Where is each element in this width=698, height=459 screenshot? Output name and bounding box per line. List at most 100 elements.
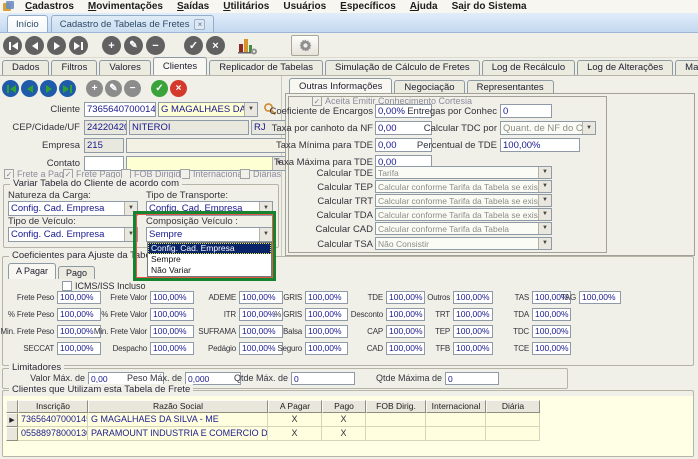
tab-log-de-recalculo[interactable]: Log de Recálculo [482, 60, 575, 75]
record-edit-button[interactable]: ✎ [105, 80, 122, 97]
menu-item-usuarios[interactable]: Usuários [276, 1, 333, 12]
dropdown-option-sempre[interactable]: Sempre [148, 254, 271, 265]
coef-field-frete-valor[interactable]: 100,00% [150, 308, 194, 321]
chevron-down-icon[interactable]: ▼ [124, 228, 137, 241]
table-row[interactable]: 05588978000130PARAMOUNT INDUSTRIA E COME… [6, 427, 540, 441]
toolbar-edit-button[interactable]: ✎ [124, 36, 143, 55]
limit-field-peso-max-de[interactable]: 0,000 [185, 372, 241, 385]
coef-field-seccat[interactable]: 100,00% [57, 342, 101, 355]
coef-field-suframa[interactable]: 100,00% [239, 325, 283, 338]
limit-field-qtde-maxima-de[interactable]: 0 [445, 372, 499, 385]
record-nav-next-button[interactable] [40, 80, 57, 97]
toolbar-nav-prev-button[interactable] [25, 36, 44, 55]
record-remove-button[interactable]: − [124, 80, 141, 97]
column-header-pago[interactable]: Pago [322, 400, 366, 413]
coef-field-ademe[interactable]: 100,00% [239, 291, 283, 304]
coef-field-tda[interactable]: 100,00% [532, 308, 571, 321]
checkbox-box[interactable] [62, 281, 72, 291]
field-percentual-de-tde[interactable]: 100,00% [500, 138, 580, 152]
menu-item-ajuda[interactable]: Ajuda [403, 1, 445, 12]
window-tab-cadastro-de-tabelas-de-fretes[interactable]: Cadastro de Tabelas de Fretes× [51, 15, 215, 32]
dropdown-option-nao-variar[interactable]: Não Variar [148, 265, 271, 276]
tab-log-de-alteracoes[interactable]: Log de Alterações [577, 60, 673, 75]
chevron-down-icon[interactable]: ▼ [244, 103, 257, 116]
tab-clientes[interactable]: Clientes [153, 57, 207, 75]
coef-field-tde[interactable]: 100,00% [386, 291, 425, 304]
menu-item-especificos[interactable]: Específicos [333, 1, 403, 12]
coef-tab-a-pagar[interactable]: A Pagar [8, 263, 56, 279]
column-header-razao-social[interactable]: Razão Social [88, 400, 268, 413]
tab-simulacao-de-calculo-de-fretes[interactable]: Simulação de Cálculo de Fretes [325, 60, 480, 75]
toolbar-remove-button[interactable]: − [146, 36, 165, 55]
cliente-name-combobox[interactable]: G MAGALHAES DA SILVA - ME▼ [158, 102, 258, 117]
coef-field-frete-peso[interactable]: 100,00% [57, 291, 101, 304]
field-entregas-por-conhec[interactable]: 0 [500, 104, 552, 118]
toolbar-add-button[interactable]: + [102, 36, 121, 55]
coef-field-min-frete-valor[interactable]: 100,00% [150, 325, 194, 338]
coef-field-cap[interactable]: 100,00% [386, 325, 425, 338]
chevron-down-icon[interactable]: ▼ [124, 202, 137, 215]
column-header-diaria[interactable]: Diária [486, 400, 540, 413]
menu-item-sair-do-sistema[interactable]: Sair do Sistema [445, 1, 534, 12]
combobox-composicao-veiculo[interactable]: Sempre▼ [146, 227, 273, 242]
coef-field-tag[interactable]: 100,00% [579, 291, 621, 304]
coef-field-outros[interactable]: 100,00% [453, 291, 493, 304]
chevron-down-icon[interactable]: ▼ [259, 228, 272, 241]
toolbar-nav-last-button[interactable] [69, 36, 88, 55]
chart-icon[interactable] [237, 36, 258, 55]
coef-field-tfb[interactable]: 100,00% [453, 342, 493, 355]
toolbar-nav-first-button[interactable] [3, 36, 22, 55]
column-header-fob-dirig[interactable]: FOB Dirig. [366, 400, 426, 413]
window-tab-inicio[interactable]: Início [7, 15, 48, 32]
record-nav-prev-button[interactable] [21, 80, 38, 97]
tab-majoracoes[interactable]: Majorações [675, 60, 698, 75]
tab-negociacao[interactable]: Negociação [394, 80, 464, 94]
coef-field-frete-peso[interactable]: 100,00% [57, 308, 101, 321]
record-nav-last-button[interactable] [59, 80, 76, 97]
tab-dados[interactable]: Dados [2, 60, 49, 75]
record-cancel-button[interactable]: × [170, 80, 187, 97]
combobox-natureza-da-carga[interactable]: Config. Cad. Empresa▼ [8, 201, 138, 216]
settings-gear-button[interactable] [291, 35, 319, 56]
menu-item-saidas[interactable]: Saídas [170, 1, 216, 12]
coef-field-gris[interactable]: 100,00% [305, 291, 348, 304]
coef-field-gris[interactable]: 100,00% [305, 308, 348, 321]
tab-valores[interactable]: Valores [99, 60, 151, 75]
coef-field-tce[interactable]: 100,00% [532, 342, 571, 355]
close-icon[interactable]: × [194, 19, 205, 30]
cliente-code-field[interactable]: 73656407000145 [84, 102, 156, 117]
tab-outras-informacoes[interactable]: Outras Informações [289, 78, 392, 94]
coef-field-tep[interactable]: 100,00% [453, 325, 493, 338]
coef-field-cad[interactable]: 100,00% [386, 342, 425, 355]
combobox-tipo-de-veiculo[interactable]: Config. Cad. Empresa▼ [8, 227, 138, 242]
column-header-inscricao[interactable]: Inscrição [18, 400, 88, 413]
menu-item-utilitarios[interactable]: Utilitários [216, 1, 276, 12]
column-header-internacional[interactable]: Internacional [426, 400, 486, 413]
tab-replicador-de-tabelas[interactable]: Replicador de Tabelas [209, 60, 323, 75]
tab-filtros[interactable]: Filtros [51, 60, 97, 75]
coef-field-desconto[interactable]: 100,00% [386, 308, 425, 321]
coef-field-tdc[interactable]: 100,00% [532, 325, 571, 338]
coef-field-pedagio[interactable]: 100,00% [239, 342, 283, 355]
toolbar-cancel-button[interactable]: × [206, 36, 225, 55]
tab-representantes[interactable]: Representantes [467, 80, 554, 94]
record-add-button[interactable]: + [86, 80, 103, 97]
checkbox-icms-iss-incluso[interactable]: ICMS/ISS Incluso [62, 281, 146, 291]
coef-tab-pago[interactable]: Pago [58, 266, 95, 279]
coef-field-balsa[interactable]: 100,00% [305, 325, 348, 338]
table-row[interactable]: ▶73656407000145G MAGALHAES DA SILVA - ME… [6, 413, 540, 427]
coef-field-seguro[interactable]: 100,00% [305, 342, 348, 355]
toolbar-nav-next-button[interactable] [47, 36, 66, 55]
limit-field-qtde-max-de[interactable]: 0 [291, 372, 355, 385]
toolbar-confirm-button[interactable]: ✓ [184, 36, 203, 55]
menu-item-movimentacoes[interactable]: Movimentações [81, 1, 170, 12]
record-nav-first-button[interactable] [2, 80, 19, 97]
menu-item-cadastros[interactable]: Cadastros [18, 1, 81, 12]
column-header-a-pagar[interactable]: A Pagar [268, 400, 322, 413]
chevron-down-icon[interactable]: ▼ [259, 202, 272, 215]
coef-field-despacho[interactable]: 100,00% [150, 342, 194, 355]
dropdown-option-config-cad-empresa[interactable]: Config. Cad. Empresa [148, 243, 271, 254]
record-confirm-button[interactable]: ✓ [151, 80, 168, 97]
coef-field-trt[interactable]: 100,00% [453, 308, 493, 321]
combobox-tipo-de-transporte[interactable]: Config. Cad. Empresa▼ [146, 201, 273, 216]
